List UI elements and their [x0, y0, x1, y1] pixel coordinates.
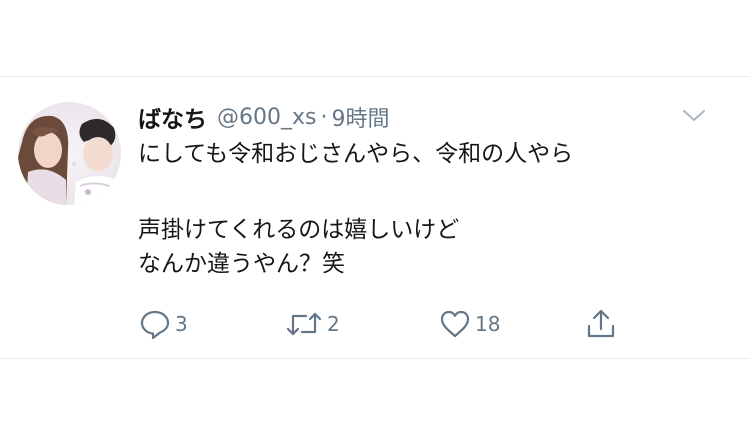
tweet-text: にしても令和おじさんやら、令和の人やら 声掛けてくれるのは嬉しいけど なんか違う… — [138, 137, 718, 281]
user-handle[interactable]: @600_xs — [217, 105, 316, 130]
tweet-text-line: にしても令和おじさんやら、令和の人やら — [138, 141, 574, 167]
like-button[interactable]: 18 — [438, 307, 500, 341]
share-button[interactable] — [584, 307, 618, 341]
retweet-icon — [284, 307, 324, 341]
share-icon — [584, 307, 618, 341]
reply-icon — [138, 307, 172, 341]
separator-dot: · — [320, 104, 328, 130]
tweet-text-line: なんか違うやん？笑 — [138, 251, 345, 277]
retweet-button[interactable]: 2 — [284, 307, 340, 341]
tweet[interactable]: ばなち @600_xs · 9時間 にしても令和おじさんやら、令和の人やら 声掛… — [0, 77, 750, 358]
reply-button[interactable]: 3 — [138, 307, 188, 341]
divider-bottom — [0, 358, 750, 359]
avatar[interactable] — [18, 102, 121, 205]
display-name[interactable]: ばなち — [138, 100, 207, 134]
heart-icon — [438, 307, 472, 341]
retweet-count: 2 — [327, 312, 340, 336]
reply-count: 3 — [175, 312, 188, 336]
chevron-down-icon[interactable] — [682, 105, 706, 125]
tweet-header: ばなち @600_xs · 9時間 — [138, 100, 389, 134]
timestamp[interactable]: 9時間 — [331, 101, 389, 133]
like-count: 18 — [475, 312, 501, 336]
tweet-text-line: 声掛けてくれるのは嬉しいけど — [138, 217, 460, 243]
page: ばなち @600_xs · 9時間 にしても令和おじさんやら、令和の人やら 声掛… — [0, 0, 750, 422]
tweet-actions: 3 2 18 — [138, 307, 638, 341]
